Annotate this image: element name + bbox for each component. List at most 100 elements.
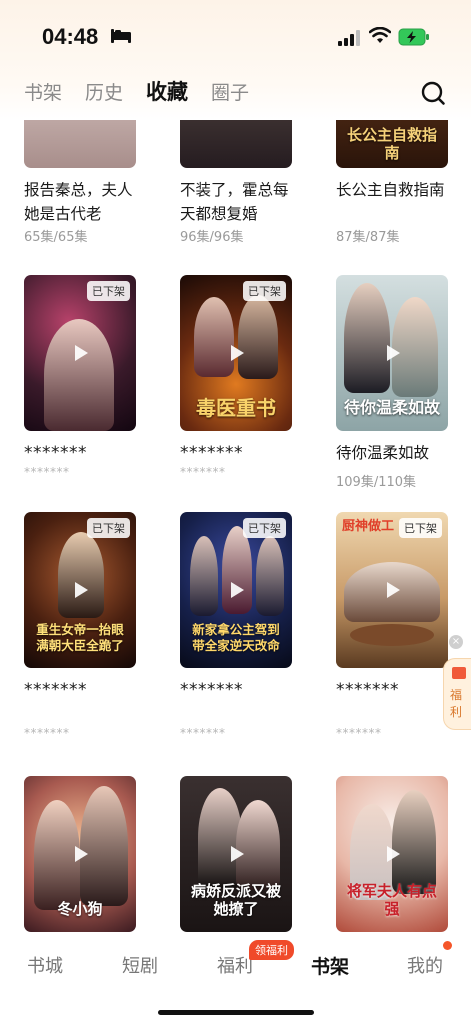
removed-badge: 已下架 [243,518,286,538]
drama-title: ******* [336,680,399,700]
episode-count: 109集/110集 [336,475,417,490]
cover-art [180,120,292,168]
removed-badge: 已下架 [87,281,130,301]
drama-title: 不装了，霍总每天都想复婚 [180,181,289,223]
drama-cover[interactable]: 将军夫人有点强 [336,776,448,932]
cover-figure [190,536,218,616]
drama-cover[interactable] [24,120,136,168]
drama-card[interactable]: 已下架 厨神做工 ******* ******* [336,512,448,740]
drama-cover[interactable]: 长公主自救指南 [336,120,448,168]
tab-circles[interactable]: 圈子 [211,78,249,105]
cover-figure [194,297,234,377]
play-icon[interactable] [231,846,244,862]
red-envelope-icon [452,667,466,679]
play-icon[interactable] [75,345,88,361]
notification-dot [443,941,452,950]
status-time: 04:48 [42,24,99,49]
nav-short-drama[interactable]: 短剧 [122,952,158,978]
claim-welfare-badge: 领福利 [249,940,294,960]
drama-cover[interactable]: 已下架 新家拿公主驾到 带全家逆天改命 [180,512,292,668]
cover-figure [44,319,114,431]
drama-card[interactable]: 将军夫人有点强 [336,776,448,932]
play-icon[interactable] [387,846,400,862]
episode-count: ******* [24,726,70,740]
episode-count: ******* [24,465,70,479]
drama-card[interactable]: 待你温柔如故 待你温柔如故 109集/110集 [336,275,448,490]
cover-title-art: 新家拿公主驾到 带全家逆天改命 [192,622,280,653]
status-bar: 04:48 [0,0,471,72]
tab-bookshelf[interactable]: 书架 [24,78,62,105]
cover-art [24,120,136,168]
play-icon[interactable] [387,582,400,598]
search-icon[interactable] [420,80,446,106]
drama-card[interactable]: 长公主自救指南 长公主自救指南 87集/87集 [336,120,448,245]
nav-mine[interactable]: 我的 [407,952,443,978]
drama-title: 报告秦总，夫人她是古代老 [24,181,133,223]
tab-favorites[interactable]: 收藏 [146,76,188,106]
close-float-button[interactable]: × [449,635,463,649]
drama-title: ******* [180,443,243,463]
drama-cover[interactable]: 冬小狗 [24,776,136,932]
drama-title: 长公主自救指南 [336,181,445,199]
battery-charging-icon [398,28,429,46]
cover-figure [344,283,390,393]
drama-title: 待你温柔如故 [336,444,430,462]
cover-title-art: 病娇反派又被她撩了 [190,882,281,918]
cover-figure [58,532,104,618]
drama-title: ******* [24,443,87,463]
cover-title-art: 待你温柔如故 [343,398,440,417]
removed-badge: 已下架 [243,281,286,301]
drama-cover[interactable]: 待你温柔如故 [336,275,448,431]
favorites-grid: 报告秦总，夫人她是古代老 65集/65集 不装了，霍总每天都想复婚 96集/96… [0,120,471,938]
drama-card[interactable]: 已下架 毒医重书 ******* ******* [180,275,292,479]
wifi-icon [369,27,391,43]
drama-card[interactable]: 冬小狗 [24,776,136,932]
drama-card[interactable]: 已下架 重生女帝一抬眼 满朝大臣全跪了 ******* ******* [24,512,136,740]
cellular-signal-icon [338,30,360,46]
cover-title-art: 将军夫人有点强 [346,882,437,918]
drama-cover[interactable]: 已下架 重生女帝一抬眼 满朝大臣全跪了 [24,512,136,668]
drama-cover[interactable]: 病娇反派又被她撩了 [180,776,292,932]
removed-badge: 已下架 [87,518,130,538]
play-icon[interactable] [75,846,88,862]
drama-cover[interactable]: 已下架 毒医重书 [180,275,292,431]
drama-card[interactable]: 病娇反派又被她撩了 [180,776,292,932]
nav-bookshelf[interactable]: 书架 [311,952,349,979]
sleep-focus-icon [111,29,131,43]
cover-figure [256,536,284,616]
drama-cover[interactable] [180,120,292,168]
drama-card[interactable]: 不装了，霍总每天都想复婚 96集/96集 [180,120,292,245]
drama-cover[interactable]: 已下架 厨神做工 [336,512,448,668]
nav-bookstore[interactable]: 书城 [27,952,63,978]
nav-welfare[interactable]: 福利 [217,952,253,978]
episode-count: 65集/65集 [24,230,88,245]
welfare-float-button[interactable]: 福利 [443,658,471,730]
drama-title: ******* [24,680,87,700]
home-indicator [158,1010,314,1015]
cover-title-art: 毒医重书 [196,396,276,420]
play-icon[interactable] [387,345,400,361]
cover-title-art: 冬小狗 [57,900,103,918]
episode-count: ******* [180,465,226,479]
episode-count: ******* [336,726,382,740]
play-icon[interactable] [75,582,88,598]
cover-figure [222,526,252,614]
cover-figure [350,624,434,646]
drama-cover[interactable]: 已下架 [24,275,136,431]
removed-badge: 已下架 [399,518,442,538]
episode-count: 87集/87集 [336,230,400,245]
play-icon[interactable] [231,345,244,361]
drama-card[interactable]: 报告秦总，夫人她是古代老 65集/65集 [24,120,136,245]
cover-figure [34,800,80,910]
cover-title-art: 厨神做工 [342,519,395,534]
episode-count: 96集/96集 [180,230,244,245]
cover-title-art: 长公主自救指南 [346,126,437,162]
cover-figure [392,790,436,894]
drama-card[interactable]: 已下架 新家拿公主驾到 带全家逆天改命 ******* ******* [180,512,292,740]
cover-figure [236,800,280,890]
cover-title-art: 重生女帝一抬眼 满朝大臣全跪了 [36,622,124,653]
tab-history[interactable]: 历史 [85,78,123,105]
drama-card[interactable]: 已下架 ******* ******* [24,275,136,479]
play-icon[interactable] [231,582,244,598]
drama-title: ******* [180,680,243,700]
